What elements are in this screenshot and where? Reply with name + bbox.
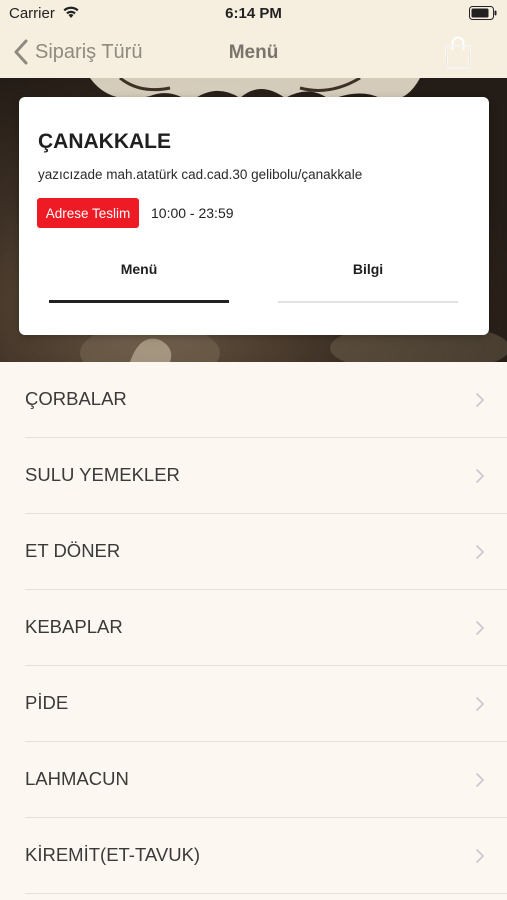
category-list: ÇORBALAR SULU YEMEKLER ET DÖNER KEBAPLAR…: [0, 362, 507, 894]
category-label: PİDE: [25, 692, 69, 713]
store-info-card: ÇANAKKALE yazıcızade mah.atatürk cad.cad…: [19, 97, 489, 335]
chevron-left-icon: [14, 39, 28, 65]
store-name: ÇANAKKALE: [38, 130, 171, 153]
category-label: LAHMACUN: [25, 768, 129, 789]
tab-menu-label: Menü: [120, 261, 158, 277]
category-label: ÇORBALAR: [25, 388, 127, 409]
back-button-label: Sipariş Türü: [35, 40, 143, 63]
chevron-right-icon: [476, 697, 484, 711]
tab-info[interactable]: Bilgi: [278, 249, 458, 305]
tab-info-indicator: [278, 301, 458, 303]
tab-menu[interactable]: Menü: [49, 249, 229, 305]
category-label: KEBAPLAR: [25, 616, 123, 637]
category-item-lahmacun[interactable]: LAHMACUN: [25, 742, 507, 818]
category-item-sulu-yemekler[interactable]: SULU YEMEKLER: [25, 438, 507, 514]
opening-hours: 10:00 - 23:59: [151, 205, 234, 221]
navigation-bar: Sipariş Türü Menü: [0, 28, 507, 78]
category-item-kebaplar[interactable]: KEBAPLAR: [25, 590, 507, 666]
chevron-right-icon: [476, 621, 484, 635]
category-item-pide[interactable]: PİDE: [25, 666, 507, 742]
category-label: KİREMİT(ET-TAVUK): [25, 844, 201, 865]
status-time: 6:14 PM: [225, 5, 282, 22]
tab-menu-indicator: [49, 300, 229, 303]
back-button[interactable]: Sipariş Türü: [12, 36, 142, 68]
status-bar: Carrier 6:14 PM: [0, 0, 507, 28]
category-item-corbalar[interactable]: ÇORBALAR: [25, 362, 507, 438]
tab-info-label: Bilgi: [352, 261, 384, 277]
category-label: SULU YEMEKLER: [25, 464, 180, 485]
category-label: ET DÖNER: [25, 540, 121, 561]
delivery-type-badge: Adrese Teslim: [37, 198, 139, 228]
chevron-right-icon: [476, 545, 484, 559]
shopping-bag-icon[interactable]: [443, 36, 473, 70]
category-item-kiremit[interactable]: KİREMİT(ET-TAVUK): [25, 818, 507, 894]
battery-icon: [469, 6, 497, 20]
store-address: yazıcızade mah.atatürk cad.cad.30 gelibo…: [38, 167, 363, 182]
chevron-right-icon: [476, 469, 484, 483]
category-item-et-doner[interactable]: ET DÖNER: [25, 514, 507, 590]
chevron-right-icon: [476, 849, 484, 863]
chevron-right-icon: [476, 393, 484, 407]
chevron-right-icon: [476, 773, 484, 787]
